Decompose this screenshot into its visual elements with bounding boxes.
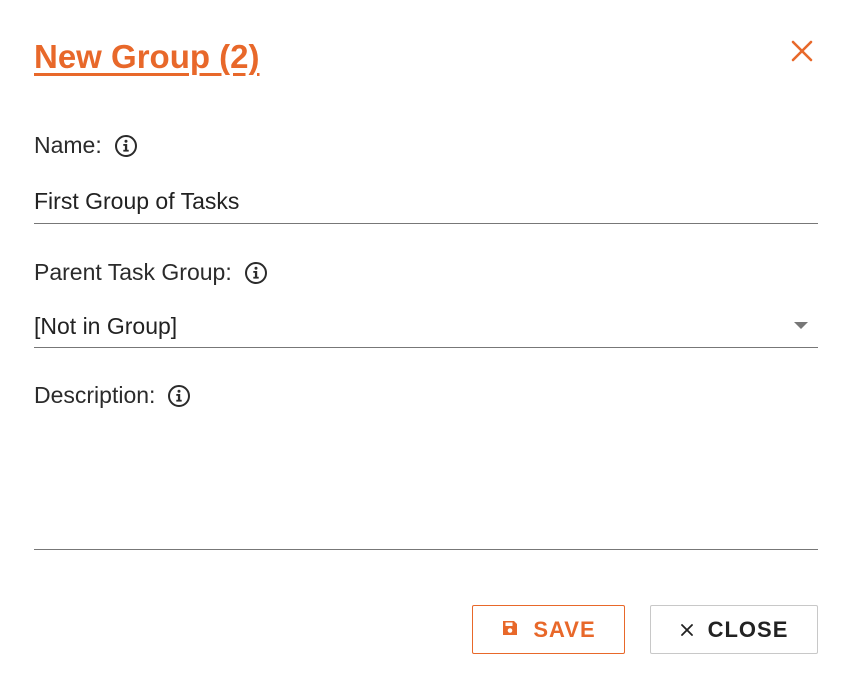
parent-group-select[interactable]: [Not in Group] <box>34 305 818 348</box>
info-icon[interactable] <box>114 134 138 158</box>
close-icon[interactable] <box>789 38 815 64</box>
caret-down-icon[interactable] <box>794 322 808 329</box>
parent-group-label: Parent Task Group: <box>34 259 232 285</box>
parent-group-selected-value: [Not in Group] <box>34 313 178 339</box>
description-label-row: Description: <box>34 382 191 409</box>
save-button-label: SAVE <box>533 616 596 642</box>
description-label: Description: <box>34 382 156 408</box>
info-icon[interactable] <box>244 261 268 285</box>
new-group-dialog: New Group (2) Name: Parent Task Group: <box>0 0 857 691</box>
name-label: Name: <box>34 132 102 158</box>
name-input[interactable] <box>34 180 818 224</box>
parent-group-label-row: Parent Task Group: <box>34 259 268 286</box>
dialog-title[interactable]: New Group (2) <box>34 38 260 76</box>
close-icon <box>680 617 694 643</box>
close-button-label: CLOSE <box>707 616 789 642</box>
save-button[interactable]: SAVE <box>472 605 625 654</box>
close-button[interactable]: CLOSE <box>650 605 818 654</box>
description-textarea[interactable] <box>34 424 818 550</box>
name-label-row: Name: <box>34 132 138 159</box>
floppy-disk-icon <box>501 617 519 643</box>
info-icon[interactable] <box>167 384 191 408</box>
